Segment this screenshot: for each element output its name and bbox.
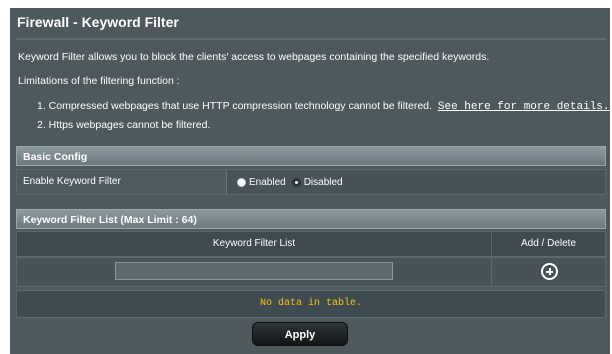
- keyword-input[interactable]: [115, 262, 393, 280]
- enabled-radio[interactable]: [237, 177, 246, 187]
- limitations-heading: Limitations of the filtering function :: [18, 75, 180, 87]
- disabled-radio-label[interactable]: Disabled: [304, 177, 343, 188]
- enable-keyword-filter-label: Enable Keyword Filter: [17, 170, 227, 194]
- keyword-column-header: Keyword Filter List: [17, 232, 492, 256]
- details-link[interactable]: See here for more details.: [438, 101, 610, 113]
- limitation-2: 2. Https webpages cannot be filtered.: [37, 119, 211, 131]
- page-description: Keyword Filter allows you to block the c…: [18, 51, 490, 63]
- enable-keyword-filter-radio-group: Enabled Disabled: [237, 170, 349, 194]
- keyword-list-header: Keyword Filter List (Max Limit : 64): [16, 209, 606, 229]
- keyword-input-cell: [17, 258, 492, 286]
- plus-circle-icon[interactable]: [541, 263, 558, 280]
- disabled-radio[interactable]: [291, 177, 301, 187]
- empty-table-message: No data in table.: [16, 290, 606, 318]
- enabled-radio-label[interactable]: Enabled: [249, 177, 286, 188]
- apply-button[interactable]: Apply: [252, 322, 348, 346]
- keyword-filter-panel: Firewall - Keyword Filter Keyword Filter…: [10, 8, 610, 354]
- page-title: Firewall - Keyword Filter: [17, 14, 179, 30]
- keyword-table-header: Keyword Filter List Add / Delete: [16, 231, 606, 257]
- title-divider: [16, 38, 606, 40]
- add-delete-column-header: Add / Delete: [520, 238, 577, 249]
- keyword-input-row: [16, 257, 606, 287]
- enable-keyword-filter-row: Enable Keyword Filter Enabled Disabled: [16, 169, 606, 195]
- basic-config-header: Basic Config: [16, 146, 606, 166]
- limitation-1: 1. Compressed webpages that use HTTP com…: [37, 100, 610, 113]
- limitation-1-text: 1. Compressed webpages that use HTTP com…: [37, 100, 432, 112]
